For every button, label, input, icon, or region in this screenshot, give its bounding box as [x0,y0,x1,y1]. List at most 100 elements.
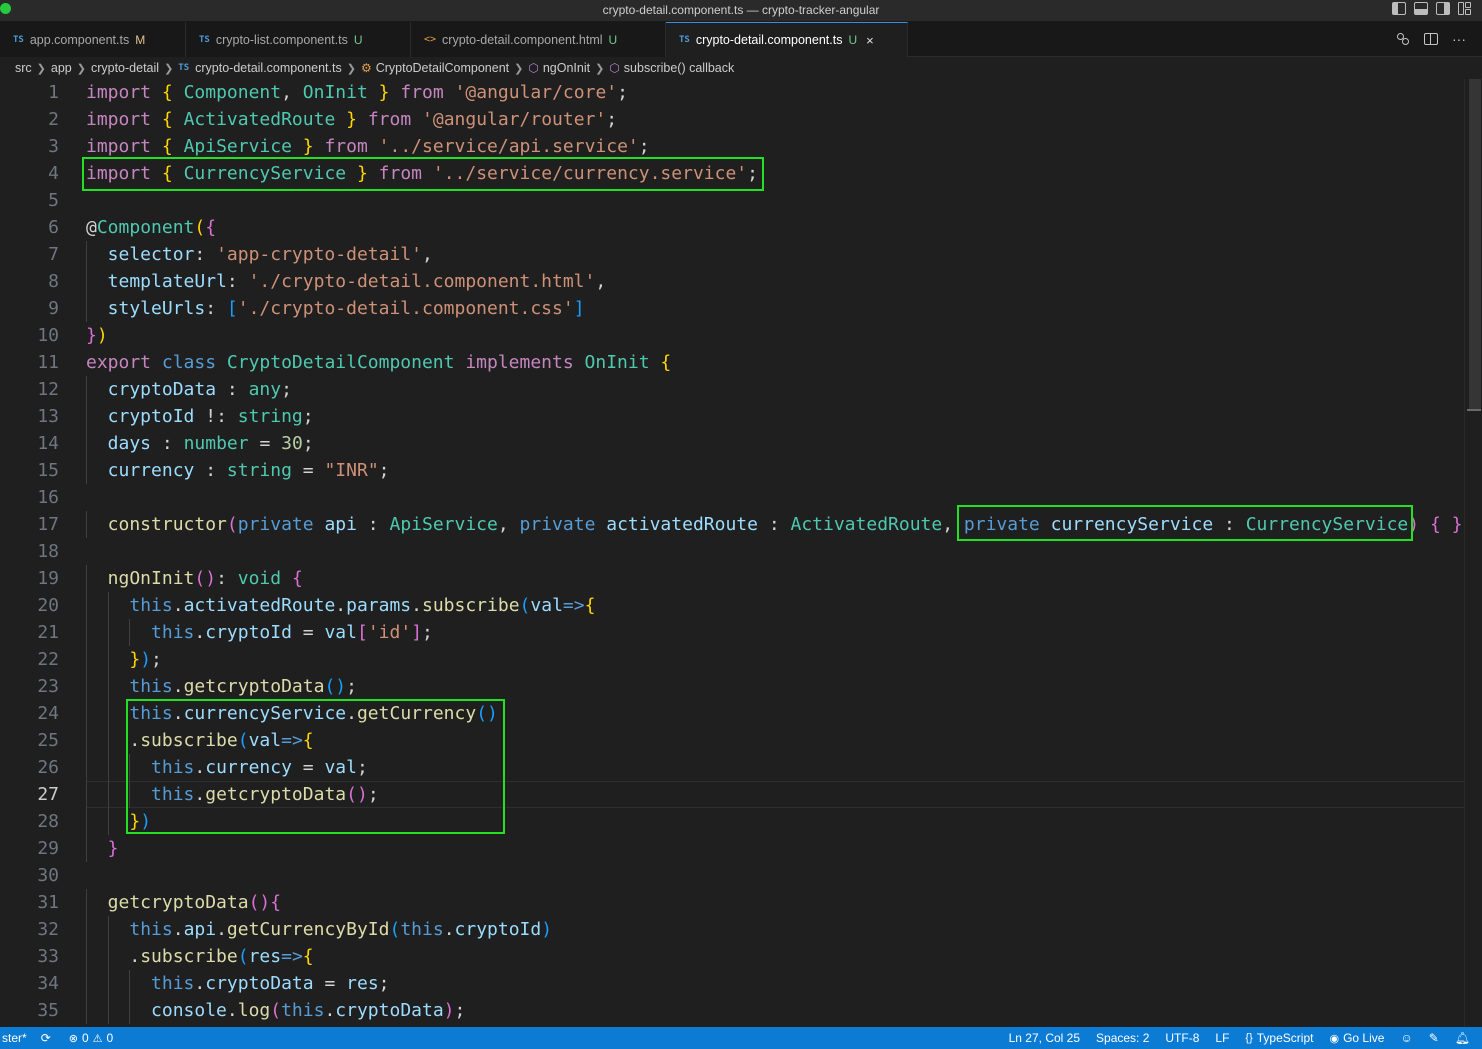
indent-guide [86,673,87,700]
indent-guide [86,916,87,943]
indent-guide [86,700,87,727]
code-line[interactable]: cryptoData : any; [108,376,292,403]
chevron-right-icon: ❯ [164,62,174,75]
branch-indicator[interactable]: ster* [0,1031,27,1045]
breadcrumb-item-file[interactable]: TS crypto-detail.component.ts [178,61,341,75]
line-number: 6 [48,217,59,238]
line-number: 10 [37,325,59,346]
breadcrumb-item-app[interactable]: app [51,61,72,75]
toggle-secondary-sidebar-icon[interactable] [1436,2,1450,15]
toggle-primary-sidebar-icon[interactable] [1392,2,1406,15]
code-line[interactable]: @Component({ [86,214,216,241]
typescript-file-icon: TS [178,63,190,73]
broadcast-icon: ◉ [1329,1032,1340,1045]
scrollbar-thumb[interactable] [1469,79,1481,409]
code-line[interactable]: this.cryptoId = val['id']; [151,619,433,646]
overview-ruler-cursor-mark [1467,409,1481,411]
highlight-box-import [82,157,764,191]
indent-guide [107,700,109,727]
code-line[interactable]: days : number = 30; [108,430,314,457]
code-line[interactable]: cryptoId !: string; [108,403,314,430]
line-number: 31 [37,892,59,913]
go-live-button[interactable]: ◉ Go Live [1329,1031,1384,1045]
layout-controls [1392,2,1472,15]
line-number: 18 [37,541,59,562]
breadcrumb-item-callback[interactable]: ⬡ subscribe() callback [609,61,734,75]
title-bar: crypto-detail.component.ts — crypto-trac… [0,0,1482,22]
split-editor-icon[interactable] [1424,33,1438,45]
code-line[interactable]: }); [129,646,162,673]
code-line[interactable]: ngOnInit(): void { [108,565,303,592]
chevron-right-icon: ❯ [514,62,524,75]
open-changes-icon[interactable] [1396,32,1410,46]
chevron-right-icon: ❯ [36,62,46,75]
code-line[interactable]: templateUrl: './crypto-detail.component.… [108,268,607,295]
go-live-label: Go Live [1343,1031,1385,1045]
window-title: crypto-detail.component.ts — crypto-trac… [602,3,880,17]
indent-guide [86,997,87,1024]
code-line[interactable]: styleUrls: ['./crypto-detail.component.c… [108,295,585,322]
toggle-panel-icon[interactable] [1414,2,1428,15]
sync-icon[interactable]: ⟳ [41,1031,51,1045]
code-line[interactable]: import { Component, OnInit } from '@angu… [86,79,628,106]
code-line[interactable]: import { ApiService } from '../service/a… [86,133,650,160]
breadcrumb-item-src[interactable]: src [15,61,32,75]
vertical-scrollbar[interactable] [1464,79,1482,1027]
code-line[interactable]: this.activatedRoute.params.subscribe(val… [129,592,595,619]
indentation[interactable]: Spaces: 2 [1096,1031,1149,1045]
code-editor[interactable]: 1 2 3 4 5 6 7 8 9 10 11 12 13 14 15 16 17 18 19 20 21 22 23 24 2… [0,79,1482,1027]
line-number: 13 [37,406,59,427]
bell-icon[interactable]: 🔔︎ [1455,1031,1470,1045]
breadcrumb-item-method[interactable]: ⬡ ngOnInit [528,61,590,75]
line-number: 17 [37,514,59,535]
indent-guide [86,808,87,835]
language-mode[interactable]: {} TypeScript [1245,1031,1313,1045]
indent-guide [86,376,87,403]
code-area[interactable]: import { Component, OnInit } from '@angu… [86,79,1482,1027]
breadcrumb-method-label: ngOnInit [542,61,591,75]
code-line[interactable]: } [108,835,119,862]
end-of-line[interactable]: LF [1215,1031,1229,1045]
language-label: TypeScript [1256,1031,1314,1045]
indent-guide [86,592,87,619]
code-line[interactable]: this.cryptoData = res; [151,970,389,997]
breadcrumb-item-folder[interactable]: crypto-detail [91,61,159,75]
code-line[interactable]: this.getcryptoData(); [129,673,357,700]
indent-guide [86,754,87,781]
close-tab-icon[interactable]: × [866,33,874,48]
code-line[interactable]: getcryptoData(){ [108,889,281,916]
tab-crypto-detail-html[interactable]: <> crypto-detail.component.html U [411,22,666,57]
feedback-icon[interactable]: ✎ [1429,1031,1439,1045]
code-line[interactable]: this.api.getCurrencyById(this.cryptoId) [129,916,552,943]
code-line[interactable]: export class CryptoDetailComponent imple… [86,349,671,376]
git-status-badge: M [135,32,146,47]
more-actions-icon[interactable]: ··· [1452,31,1466,47]
code-line[interactable]: import { ActivatedRoute } from '@angular… [86,106,617,133]
line-number: 9 [48,298,59,319]
html-file-icon: <> [424,34,437,45]
tab-app-component[interactable]: TS app.component.ts M [0,22,186,57]
indent-guide [86,943,87,970]
line-number: 11 [37,352,59,373]
indent-guide [86,430,87,457]
code-line[interactable]: }) [86,322,108,349]
line-number: 1 [48,82,59,103]
code-line[interactable]: console.log(this.cryptoData); [151,997,465,1024]
code-line[interactable]: .subscribe(res=>{ [129,943,313,970]
tab-crypto-detail-ts[interactable]: TS crypto-detail.component.ts U × [666,22,908,57]
encoding[interactable]: UTF-8 [1165,1031,1199,1045]
breadcrumb-item-class[interactable]: ⚙ CryptoDetailComponent [361,61,509,75]
copilot-icon[interactable]: ☺ [1400,1031,1412,1045]
editor-actions: ··· [1396,31,1466,47]
code-line[interactable]: currency : string = "INR"; [108,457,390,484]
indent-guide [86,889,87,916]
indent-guide [86,619,87,646]
tab-crypto-list-component[interactable]: TS crypto-list.component.ts U [186,22,411,57]
typescript-file-icon: TS [679,35,690,45]
problems-indicator[interactable]: ⊗ 0 ⚠ 0 [69,1031,113,1045]
indent-guide [129,997,131,1024]
customize-layout-icon[interactable] [1458,2,1472,15]
cursor-position[interactable]: Ln 27, Col 25 [1009,1031,1080,1045]
code-line[interactable]: selector: 'app-crypto-detail', [108,241,433,268]
status-bar: ster* ⟳ ⊗ 0 ⚠ 0 Ln 27, Col 25 Spaces: 2 UT… [0,1027,1482,1049]
